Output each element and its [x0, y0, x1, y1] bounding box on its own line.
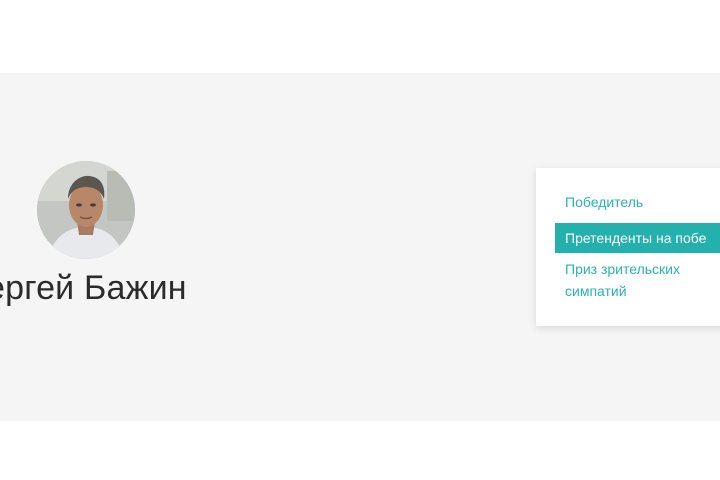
person-name: ергей Бажин — [0, 269, 187, 307]
profile-card: ергей Бажин — [0, 73, 260, 421]
menu-item-audience-award[interactable]: Приз зрительских симпатий — [565, 258, 720, 302]
page: ергей Бажин Победитель Претенденты на по… — [0, 0, 720, 480]
menu-item-winner[interactable]: Победитель — [565, 191, 720, 213]
menu-item-contenders[interactable]: Претенденты на побе — [555, 223, 720, 253]
avatar-photo — [37, 161, 135, 259]
category-menu: Победитель Претенденты на побе Приз зрит… — [536, 168, 720, 326]
content-band: ергей Бажин Победитель Претенденты на по… — [0, 73, 720, 421]
avatar[interactable] — [37, 161, 135, 259]
